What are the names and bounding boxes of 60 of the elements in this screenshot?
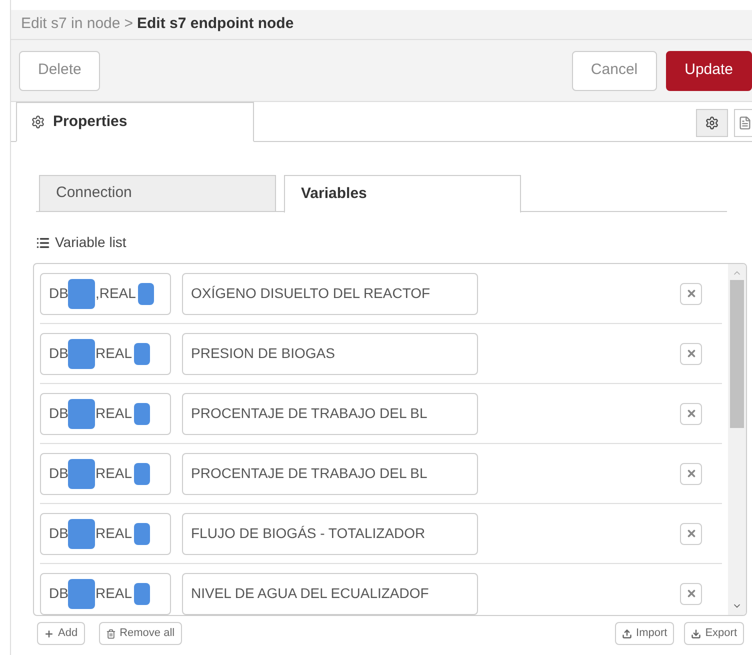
delete-row-button[interactable] [680, 342, 702, 364]
close-icon [686, 528, 696, 539]
redaction-block [134, 342, 150, 364]
name-field[interactable]: FLUJO DE BIOGÁS - TOTALIZADOR [182, 512, 478, 554]
footer-button[interactable]: Export [684, 622, 744, 645]
name-field[interactable]: PROCENTAJE DE TRABAJO DEL BL [182, 452, 478, 494]
properties-tab[interactable]: Properties [16, 102, 254, 142]
breadcrumb-separator: > [124, 14, 134, 34]
update-button[interactable]: Update [666, 50, 752, 90]
address-field[interactable]: DB REAL [40, 452, 171, 494]
address-field[interactable]: DB REAL [40, 332, 171, 374]
name-field[interactable]: PRESION DE BIOGAS [182, 332, 478, 374]
redaction-block [68, 278, 96, 308]
delete-row-button[interactable] [680, 522, 702, 544]
breadcrumb-current: Edit s7 endpoint node [137, 14, 294, 34]
address-field[interactable]: DB ,REAL [40, 272, 171, 314]
sub-tab[interactable]: Variables [284, 175, 521, 213]
close-icon [686, 288, 696, 299]
list-icon [36, 236, 50, 250]
close-icon [686, 408, 696, 419]
delete-row-button[interactable] [680, 402, 702, 424]
settings-icon [31, 115, 45, 129]
redaction-block [68, 518, 96, 548]
name-field[interactable]: OXÍGENO DISUELTO DEL REACTOF [182, 272, 478, 314]
delete-row-button[interactable] [680, 462, 702, 484]
name-field[interactable]: NIVEL DE AGUA DEL ECUALIZADOF [182, 572, 478, 614]
footer-button[interactable]: Import [615, 622, 674, 645]
redaction-block [68, 338, 96, 368]
close-icon [686, 588, 696, 599]
address-field[interactable]: DB REAL [40, 572, 171, 614]
footer-button[interactable]: Add [37, 622, 85, 645]
delete-row-button[interactable] [680, 582, 702, 604]
name-field[interactable]: PROCENTAJE DE TRABAJO DEL BL [182, 392, 478, 434]
download-icon [691, 628, 702, 638]
address-field[interactable]: DB REAL [40, 392, 171, 434]
redaction-block [68, 578, 96, 608]
description-button[interactable] [734, 109, 752, 137]
redaction-block [138, 282, 154, 304]
settings-button[interactable] [696, 109, 728, 137]
address-field[interactable]: DB REAL [40, 512, 171, 554]
close-icon [686, 468, 696, 479]
redaction-block [134, 462, 150, 484]
toolbar-button[interactable]: Delete [19, 50, 100, 90]
toolbar-button[interactable]: Cancel [572, 50, 657, 90]
sub-tab[interactable]: Connection [39, 175, 276, 212]
settings-icon [705, 116, 719, 130]
trash-icon [106, 628, 116, 638]
redaction-block [134, 582, 150, 604]
redaction-block [134, 522, 150, 544]
scrollbar[interactable] [728, 264, 746, 615]
close-icon [686, 348, 696, 359]
redaction-block [68, 458, 96, 488]
document-icon [738, 116, 752, 130]
plus-icon [44, 628, 54, 638]
upload-icon [622, 628, 632, 638]
redaction-block [134, 402, 150, 424]
redaction-block [68, 398, 96, 428]
delete-row-button[interactable] [680, 282, 702, 304]
variable-list-label: Variable list [55, 233, 126, 252]
footer-button[interactable]: Remove all [98, 622, 182, 645]
